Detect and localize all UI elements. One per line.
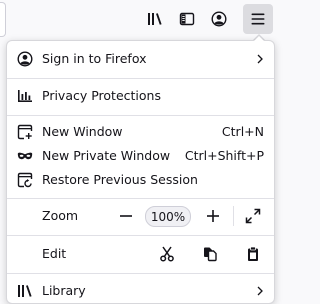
edit-controls: Edit — [7, 242, 274, 266]
account-icon — [17, 51, 33, 67]
panel-arrow — [253, 35, 265, 42]
new-window-icon — [17, 124, 33, 140]
menu-item-new-window[interactable]: New Window Ctrl+N — [7, 120, 274, 144]
chevron-right-icon — [257, 54, 263, 64]
shortcut-label: Ctrl+N — [221, 124, 264, 139]
menu-item-label: Privacy Protections — [42, 88, 161, 103]
shortcut-label: Ctrl+Shift+P — [184, 148, 264, 163]
zoom-controls: Zoom 100% — [7, 204, 274, 228]
account-button[interactable] — [205, 5, 233, 33]
menu-item-label: Restore Previous Session — [42, 172, 198, 187]
menu-item-sign-in[interactable]: Sign in to Firefox — [7, 47, 274, 71]
paste-clipboard-icon — [248, 246, 258, 261]
zoom-in-button[interactable] — [202, 206, 224, 226]
sidebar-icon — [179, 12, 195, 26]
private-mask-icon — [17, 148, 33, 164]
menu-item-library[interactable]: Library — [7, 279, 274, 303]
privacy-dashboard-icon — [17, 88, 33, 104]
library-icon — [148, 13, 162, 25]
zoom-reset-button[interactable]: 100% — [145, 206, 191, 227]
copy-icon — [204, 247, 217, 262]
restore-session-icon — [17, 172, 33, 188]
fullscreen-button[interactable] — [244, 207, 262, 225]
sidebar-button[interactable] — [173, 5, 201, 33]
app-menu-button[interactable] — [243, 4, 273, 34]
menu-separator — [7, 115, 274, 116]
menu-item-new-private-window[interactable]: New Private Window Ctrl+Shift+P — [7, 144, 274, 168]
nav-toolbar — [0, 0, 279, 38]
menu-item-label: Sign in to Firefox — [42, 51, 147, 66]
edit-label: Edit — [42, 246, 67, 261]
menu-separator — [7, 198, 274, 199]
cut-button[interactable] — [158, 245, 176, 263]
menu-item-label: New Private Window — [42, 148, 171, 163]
menu-separator — [7, 273, 274, 274]
copy-button[interactable] — [201, 245, 219, 263]
chevron-right-icon — [257, 286, 263, 296]
scissors-icon — [160, 246, 174, 262]
url-bar-edge[interactable] — [0, 2, 6, 37]
minus-icon — [120, 215, 132, 217]
fullscreen-icon — [245, 208, 261, 224]
zoom-out-button[interactable] — [115, 206, 137, 226]
library-icon — [17, 283, 33, 299]
library-button[interactable] — [141, 5, 169, 33]
paste-button[interactable] — [244, 245, 262, 263]
zoom-label: Zoom — [42, 208, 79, 223]
menu-item-privacy-protections[interactable]: Privacy Protections — [7, 84, 274, 108]
menu-item-label: Library — [42, 283, 86, 298]
zoom-divider — [233, 206, 234, 226]
plus-icon — [207, 210, 219, 222]
menu-item-restore-session[interactable]: Restore Previous Session — [7, 168, 274, 192]
menu-separator — [7, 78, 274, 79]
hamburger-menu-icon — [251, 13, 265, 25]
account-icon — [211, 11, 227, 27]
menu-item-label: New Window — [42, 124, 123, 139]
app-menu-panel: Sign in to Firefox Privacy Protections N… — [6, 40, 275, 304]
menu-separator — [7, 235, 274, 236]
